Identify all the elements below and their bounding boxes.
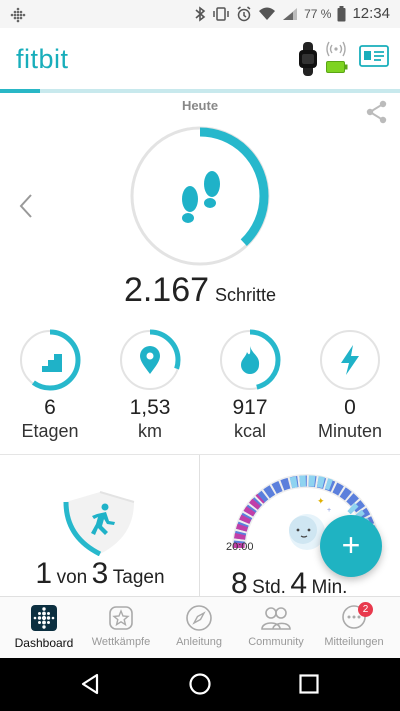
stat-active-minutes[interactable]: 0 Minuten [300,328,400,442]
sync-signal-icon [326,41,346,57]
dashboard-icon [31,605,57,631]
active-minutes-unit: Minuten [317,421,383,441]
nav-challenges[interactable]: Wettkämpfe [81,597,161,659]
nav-community-label: Community [248,636,304,648]
nav-challenges-label: Wettkämpfe [91,636,151,648]
nav-guidance-label: Anleitung [176,636,222,648]
nav-notifications[interactable]: 2 Mitteilungen [314,597,394,659]
footprints-icon [182,171,220,223]
stats-row: 6 Etagen 1,53 km 917 kcal 0 Minuten [0,328,400,448]
steps-ring-progress [131,127,269,265]
plus-icon: + [341,527,361,563]
notification-dots-icon [10,7,26,28]
floors-value: 6 [44,396,56,419]
alarm-icon [237,5,251,21]
challenge-unit: Tagen [112,567,165,588]
challenge-total: 3 [91,557,109,590]
challenge-done: 1 [35,557,53,590]
distance-value: 1,53 [129,396,171,419]
home-icon[interactable] [188,672,212,696]
bluetooth-icon [195,5,206,22]
status-bar: 77 % 12:34 [0,0,400,28]
steps-ring[interactable] [128,124,272,268]
system-navigation-bar [0,658,400,711]
compass-icon [186,605,212,631]
battery-percent: 77 % [304,6,332,21]
svg-text:+: + [327,507,331,514]
add-button[interactable]: + [320,515,382,577]
calories-value: 917 [232,396,268,419]
stat-calories[interactable]: 917 kcal [200,328,300,442]
challenge-progress: 1 von 3 Tagen [0,557,200,591]
calories-unit: kcal [233,421,266,441]
steps-unit: Schritte [215,285,277,305]
challenge-shield-icon [63,491,135,556]
nav-community[interactable]: Community [236,597,316,659]
floors-unit: Etagen [21,421,79,441]
star-badge-icon [109,606,133,630]
svg-text:✦: ✦ [317,496,325,506]
back-icon[interactable] [78,672,102,696]
fitbit-logo: fitbit [16,44,69,74]
challenge-tile[interactable]: 1 von 3 Tagen [0,455,200,597]
stairs-icon [36,354,62,372]
location-pin-icon [140,346,160,374]
stat-distance[interactable]: 1,53 km [100,328,200,442]
day-progress-fill [0,89,40,93]
bottom-navigation: Dashboard Wettkämpfe Anleitung Community… [0,596,400,658]
steps-summary: 2.167 Schritte [0,271,400,310]
sleep-minutes-unit: Min. [311,577,348,598]
share-icon[interactable] [366,100,388,124]
battery-icon [337,5,346,21]
day-progress-line [0,89,400,93]
app-header: fitbit [0,28,400,90]
nav-dashboard[interactable]: Dashboard [4,597,84,659]
tracker-battery-icon [326,61,348,73]
day-label: Heute [181,98,219,113]
tracker-device-icon[interactable] [297,42,321,76]
vibrate-icon [213,6,229,21]
signal-icon [283,7,298,20]
bedtime-label: 20:00 [226,541,254,553]
clock: 12:34 [352,5,390,22]
active-minutes-value: 0 [344,396,356,419]
steps-value: 2.167 [123,271,210,309]
flame-icon [241,346,260,374]
sleep-hours-unit: Std. [252,577,286,598]
notification-badge: 2 [358,602,373,617]
nav-notifications-label: Mitteilungen [324,636,384,648]
previous-day-chevron-icon[interactable] [18,193,34,219]
distance-unit: km [138,421,162,441]
challenge-of: von [56,567,88,588]
stat-floors[interactable]: 6 Etagen [0,328,100,442]
recent-apps-icon[interactable] [297,672,321,696]
people-icon [261,607,291,630]
profile-card-icon[interactable] [359,45,389,67]
nav-dashboard-label: Dashboard [14,636,74,650]
wifi-icon [259,7,276,20]
nav-guidance[interactable]: Anleitung [159,597,239,659]
lightning-icon [341,345,359,375]
